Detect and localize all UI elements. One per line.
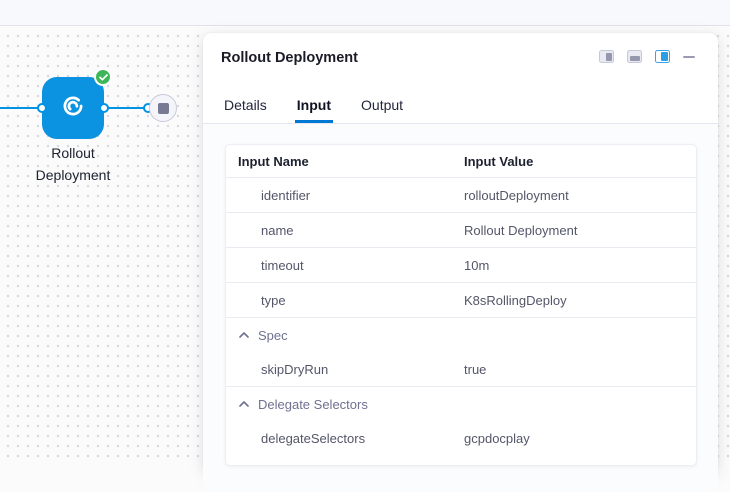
split-right-icon[interactable] bbox=[599, 50, 614, 63]
top-bar bbox=[0, 0, 730, 26]
group-row-delegate-selectors[interactable]: Delegate Selectors bbox=[226, 387, 696, 421]
check-icon bbox=[99, 68, 108, 86]
chevron-up-icon bbox=[239, 332, 249, 338]
row-name: timeout bbox=[226, 258, 464, 273]
stop-node[interactable] bbox=[149, 94, 177, 122]
panel-content: Input Name Input Value identifier rollou… bbox=[203, 124, 718, 492]
details-panel: Rollout Deployment Details Input Output … bbox=[203, 33, 718, 473]
row-name: type bbox=[226, 293, 464, 308]
rolling-deploy-icon bbox=[60, 93, 86, 124]
tab-input[interactable]: Input bbox=[295, 97, 333, 123]
panel-controls bbox=[599, 50, 696, 63]
row-name: name bbox=[226, 223, 464, 238]
table-row: delegateSelectors gcpdocplay bbox=[226, 421, 696, 455]
row-value: rolloutDeployment bbox=[464, 188, 696, 203]
table-row: type K8sRollingDeploy bbox=[226, 283, 696, 318]
node-port-right[interactable] bbox=[99, 103, 109, 113]
split-right-active-icon[interactable] bbox=[655, 50, 670, 63]
group-label: Delegate Selectors bbox=[258, 397, 368, 412]
minimize-icon[interactable] bbox=[683, 50, 696, 63]
panel-header: Rollout Deployment bbox=[203, 33, 718, 67]
group-label: Spec bbox=[258, 328, 288, 343]
split-bottom-icon[interactable] bbox=[627, 50, 642, 63]
row-name: skipDryRun bbox=[226, 362, 464, 377]
step-node-rollout-deployment[interactable] bbox=[42, 77, 104, 139]
row-name: identifier bbox=[226, 188, 464, 203]
node-port-left[interactable] bbox=[37, 103, 47, 113]
table-row: name Rollout Deployment bbox=[226, 213, 696, 248]
row-value: true bbox=[464, 362, 696, 377]
table-row: identifier rolloutDeployment bbox=[226, 178, 696, 213]
tab-bar: Details Input Output bbox=[203, 97, 718, 124]
row-value: 10m bbox=[464, 258, 696, 273]
table-row: skipDryRun true bbox=[226, 352, 696, 387]
row-value: Rollout Deployment bbox=[464, 223, 696, 238]
tab-output[interactable]: Output bbox=[359, 97, 405, 123]
row-name: delegateSelectors bbox=[226, 431, 464, 446]
node-label: Rollout Deployment bbox=[13, 143, 133, 186]
column-input-name: Input Name bbox=[226, 154, 464, 169]
table-row: timeout 10m bbox=[226, 248, 696, 283]
row-value: K8sRollingDeploy bbox=[464, 293, 696, 308]
table-header: Input Name Input Value bbox=[226, 145, 696, 178]
success-badge bbox=[94, 68, 112, 86]
column-input-value: Input Value bbox=[464, 154, 696, 169]
chevron-up-icon bbox=[239, 401, 249, 407]
input-table: Input Name Input Value identifier rollou… bbox=[225, 144, 697, 466]
row-value: gcpdocplay bbox=[464, 431, 696, 446]
panel-title: Rollout Deployment bbox=[221, 50, 358, 66]
tab-details[interactable]: Details bbox=[222, 97, 269, 123]
stop-icon bbox=[158, 103, 169, 114]
group-row-spec[interactable]: Spec bbox=[226, 318, 696, 352]
